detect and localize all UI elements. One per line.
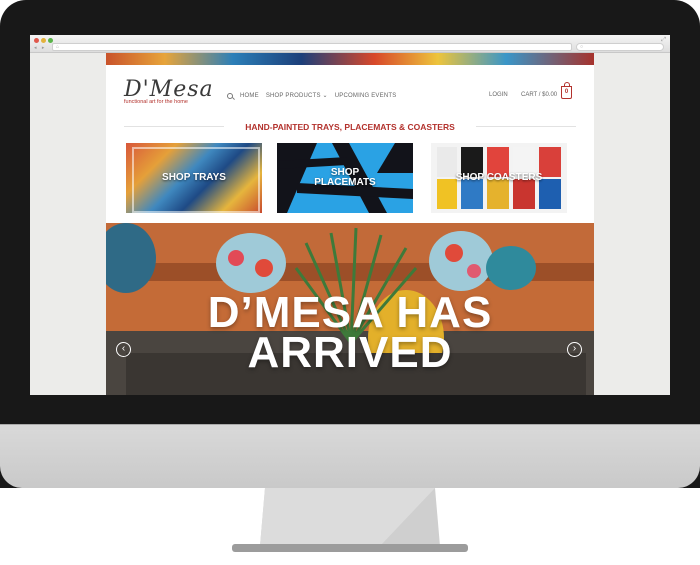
slider-prev-button[interactable]: ‹ (116, 342, 131, 357)
search-icon[interactable] (227, 92, 233, 99)
address-bar[interactable]: ⌂ (52, 43, 572, 51)
cart-bag-icon[interactable]: 0 (561, 82, 572, 99)
close-dot-icon[interactable] (34, 38, 39, 43)
nav-upcoming-events[interactable]: UPCOMING EVENTS (335, 93, 397, 99)
login-link[interactable]: LOGIN (489, 92, 508, 98)
back-forward-icon[interactable]: ◂ ▸ (34, 45, 46, 51)
nav-home[interactable]: HOME (240, 93, 259, 99)
main-nav: HOME SHOP PRODUCTS ⌄ UPCOMING EVENTS (227, 92, 396, 99)
hero-headline: D’MESA HAS ARRIVED (106, 288, 594, 377)
monitor-stand (232, 488, 468, 552)
hero-headline-line1: D’MESA HAS (207, 288, 493, 337)
logo-tagline: functional art for the home (124, 99, 188, 105)
slider-next-button[interactable]: › (567, 342, 582, 357)
category-label-coasters: SHOP COASTERS (455, 172, 543, 183)
monitor-chin (0, 424, 700, 488)
cart-link[interactable]: CART / $0.00 (521, 92, 557, 98)
top-banner-strip (106, 53, 594, 65)
category-label-trays: SHOP TRAYS (162, 172, 226, 183)
category-tile-placemats[interactable]: SHOP PLACEMATS (277, 143, 413, 213)
section-tagline: HAND-PAINTED TRAYS, PLACEMATS & COASTERS (245, 122, 455, 132)
category-tile-trays[interactable]: SHOP TRAYS (126, 143, 262, 213)
category-label-placemats: SHOP PLACEMATS (314, 167, 376, 188)
nav-shop-products[interactable]: SHOP PRODUCTS ⌄ (266, 92, 328, 99)
hero-headline-line2: ARRIVED (247, 328, 453, 377)
minimize-dot-icon[interactable] (41, 38, 46, 43)
category-tile-coasters[interactable]: SHOP COASTERS (431, 143, 567, 213)
browser-toolbar: ◂ ▸ ⌂ ○ ⤢ (30, 35, 670, 53)
fullscreen-icon[interactable]: ⤢ (661, 37, 666, 44)
screen: ◂ ▸ ⌂ ○ ⤢ D'Mesa functional art for the … (30, 35, 670, 395)
browser-search-field[interactable]: ○ (576, 43, 664, 51)
website-page: D'Mesa functional art for the home HOME … (106, 53, 594, 395)
hero-slider: D’MESA HAS ARRIVED ‹ › (106, 223, 594, 395)
